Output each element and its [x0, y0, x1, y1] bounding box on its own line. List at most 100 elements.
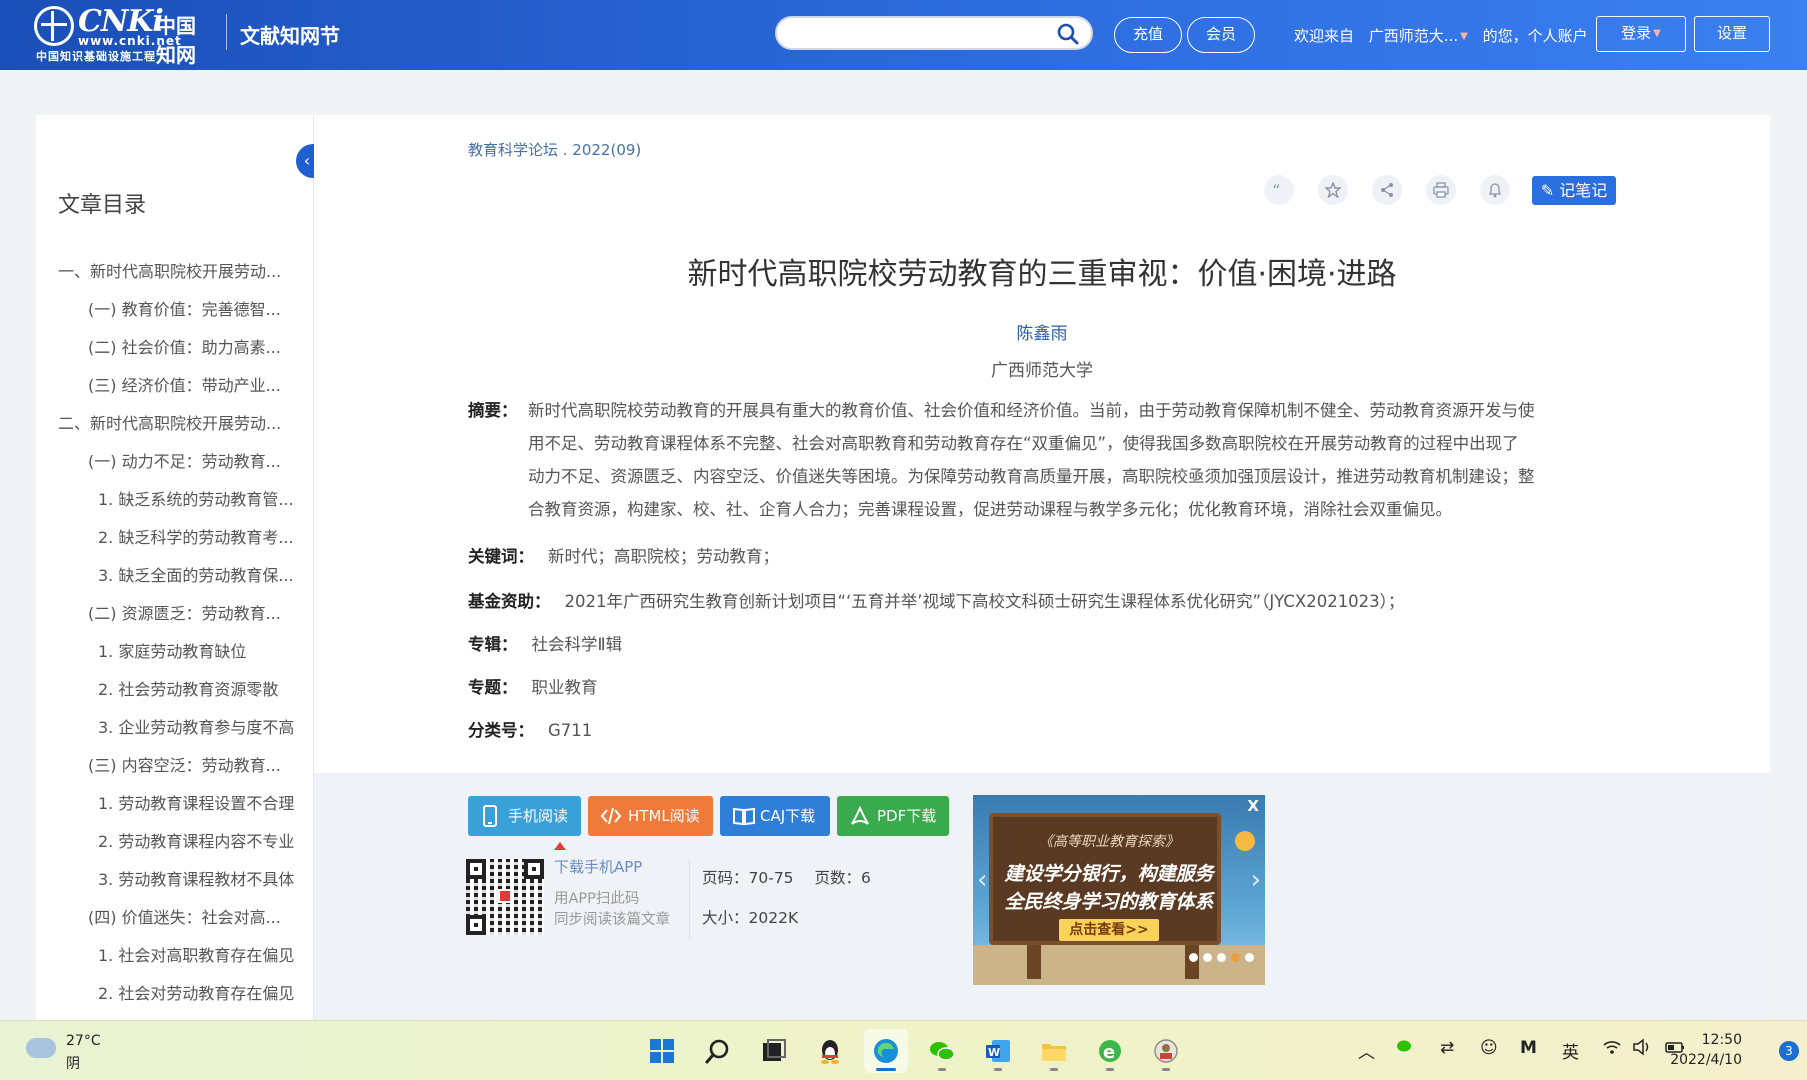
keywords-value[interactable]: 新时代；高职院校；劳动教育； — [548, 547, 779, 566]
notification-badge[interactable]: 3 — [1779, 1041, 1799, 1061]
taskbar-search-button[interactable] — [696, 1029, 740, 1073]
browser-app[interactable]: e — [1088, 1029, 1132, 1073]
settings-button[interactable]: 设置 — [1694, 16, 1770, 52]
search-icon — [705, 1039, 729, 1064]
word-app[interactable]: W — [976, 1029, 1020, 1073]
mobile-read-button[interactable]: 手机阅读 — [468, 796, 581, 836]
toc-item[interactable]: 3. 劳动教育课程教材不具体 — [36, 861, 314, 899]
favorite-star-icon[interactable] — [1318, 175, 1348, 205]
account-text: 的您，个人账户 — [1482, 27, 1588, 45]
topic-value: 职业教育 — [531, 678, 598, 697]
cnki-logo[interactable]: CNKi 中国知网 www.cnki.net 中国知识基础设施工程 — [34, 4, 214, 67]
ad-dot[interactable] — [1245, 953, 1254, 962]
weather-condition[interactable]: 阴 — [66, 1053, 80, 1073]
clock-time[interactable]: 12:50 — [1672, 1032, 1742, 1048]
cloud-icon[interactable] — [26, 1038, 56, 1058]
recharge-button[interactable]: 充值 — [1114, 17, 1182, 53]
toc-item[interactable]: 1. 社会对高职教育存在偏见 — [36, 937, 314, 975]
wechat-tray-icon[interactable] — [1396, 1038, 1414, 1061]
toc-item[interactable]: 2. 劳动教育课程内容不专业 — [36, 823, 314, 861]
logo-subtitle: 中国知识基础设施工程 — [36, 50, 156, 63]
volume-icon[interactable] — [1632, 1038, 1652, 1061]
author-link[interactable]: 陈鑫雨 — [314, 319, 1770, 344]
caj-download-button[interactable]: CAJ下载 — [720, 796, 830, 836]
ad-prev-arrow[interactable]: ‹ — [977, 865, 987, 895]
fund-label: 基金资助： — [468, 592, 551, 611]
toc-item[interactable]: 1. 缺乏系统的劳动教育管... — [36, 481, 314, 519]
print-icon[interactable] — [1426, 175, 1456, 205]
toc-item[interactable]: 3. 企业劳动教育参与度不高 — [36, 709, 314, 747]
pdf-download-button[interactable]: PDF下载 — [837, 796, 949, 836]
journal-ad-banner[interactable]: 《高等职业教育探索》 建设学分银行，构建服务 全民终身学习的教育体系 点击查看>… — [973, 795, 1265, 985]
toc-item[interactable]: 二、新时代高职院校开展劳动... — [36, 405, 314, 443]
word-icon: W — [986, 1040, 1010, 1062]
mobile-read-label: 手机阅读 — [508, 807, 569, 825]
toc-item[interactable]: (四) 价值迷失：社会对高... — [36, 899, 314, 937]
clock-date[interactable]: 2022/4/10 — [1652, 1052, 1742, 1068]
cite-icon[interactable]: “ — [1264, 175, 1294, 205]
top-navbar: CNKi 中国知网 www.cnki.net 中国知识基础设施工程 文献知网节 … — [0, 0, 1807, 70]
wechat-app[interactable] — [920, 1029, 964, 1073]
toc-item[interactable]: 一、新时代高职院校开展劳动... — [36, 253, 314, 291]
chevron-down-icon: ▼ — [1653, 28, 1661, 39]
ad-journal-name: 《高等职业教育探索》 — [1039, 834, 1179, 850]
svg-text:e: e — [1103, 1042, 1115, 1063]
caj-download-label: CAJ下载 — [760, 807, 816, 825]
take-note-button[interactable]: ✎ 记笔记 — [1532, 176, 1616, 205]
bell-icon[interactable] — [1480, 175, 1510, 205]
class-row: 分类号： G711 — [468, 717, 592, 741]
start-button[interactable] — [640, 1029, 684, 1073]
toc-item[interactable]: 1. 劳动教育课程设置不合理 — [36, 785, 314, 823]
toc-item[interactable]: 3. 缺乏全面的劳动教育保... — [36, 557, 314, 595]
network-transfer-icon[interactable]: ⇄ — [1440, 1038, 1454, 1058]
login-button[interactable]: 登录 ▼ — [1596, 16, 1686, 52]
ad-view-button[interactable]: 点击查看>> — [1059, 919, 1159, 941]
toc-item[interactable]: 2. 社会对劳动教育存在偏见 — [36, 975, 314, 1013]
toc-item[interactable]: (一) 教育价值：完善德智... — [36, 291, 314, 329]
search-icon[interactable] — [1057, 23, 1079, 45]
chevron-up-icon[interactable]: ︿ — [1358, 1038, 1375, 1063]
toc-item[interactable]: (一) 动力不足：劳动教育... — [36, 443, 314, 481]
toc-item[interactable]: 2. 缺乏科学的劳动教育考... — [36, 519, 314, 557]
toc-item[interactable]: (三) 经济价值：带动产业... — [36, 367, 314, 405]
member-button[interactable]: 会员 — [1187, 17, 1255, 53]
media-player-app[interactable] — [1144, 1029, 1188, 1073]
page-count-text: 页数：6 — [814, 869, 871, 887]
ad-badge-icon — [1235, 831, 1255, 851]
pdf-icon — [851, 805, 869, 825]
toc-item[interactable]: (三) 内容空泛：劳动教育... — [36, 747, 314, 785]
ad-dot[interactable] — [1189, 953, 1198, 962]
task-view-button[interactable] — [752, 1029, 796, 1073]
edge-browser-app[interactable] — [864, 1029, 908, 1073]
toc-item[interactable]: 1. 家庭劳动教育缺位 — [36, 633, 314, 671]
ime-indicator[interactable]: 英 — [1562, 1038, 1579, 1063]
ad-dot[interactable] — [1203, 953, 1212, 962]
qq-app[interactable] — [808, 1029, 852, 1073]
fund-value: 2021年广西研究生教育创新计划项目“‘五育并举’视域下高校文科硕士研究生课程体… — [564, 592, 1405, 611]
ad-next-arrow[interactable]: › — [1251, 865, 1261, 895]
share-icon[interactable] — [1372, 175, 1402, 205]
ad-carousel-dots — [1189, 947, 1259, 966]
wifi-icon[interactable] — [1602, 1038, 1622, 1061]
mail-tray-icon[interactable]: M — [1520, 1038, 1537, 1058]
institution-dropdown[interactable]: 广西师范大... ▼ — [1369, 27, 1468, 45]
html-read-button[interactable]: HTML阅读 — [588, 796, 713, 836]
download-app-link[interactable]: 下载手机APP — [554, 856, 642, 877]
toc-item[interactable]: (二) 社会价值：助力高素... — [36, 329, 314, 367]
page-range-text: 页码：70-75 — [702, 869, 794, 887]
series-label: 专辑： — [468, 635, 518, 654]
ad-dot[interactable] — [1217, 953, 1226, 962]
search-input[interactable] — [791, 22, 1051, 44]
toc-item[interactable]: 2. 社会劳动教育资源零散 — [36, 671, 314, 709]
app-tray-icon[interactable]: ☺ — [1480, 1038, 1498, 1058]
ad-dot-active[interactable] — [1231, 953, 1240, 962]
toc-item[interactable]: (二) 资源匮乏：劳动教育... — [36, 595, 314, 633]
file-explorer-app[interactable] — [1032, 1029, 1076, 1073]
journal-breadcrumb[interactable]: 教育科学论坛 . 2022(09) — [468, 139, 641, 160]
pdf-download-label: PDF下载 — [877, 807, 937, 825]
ad-close-button[interactable]: X — [1247, 797, 1259, 815]
affiliation-link[interactable]: 广西师范大学 — [314, 356, 1770, 381]
toc-title: 文章目录 — [58, 193, 147, 218]
weather-temperature[interactable]: 27°C — [66, 1033, 101, 1049]
header-divider — [226, 14, 227, 50]
